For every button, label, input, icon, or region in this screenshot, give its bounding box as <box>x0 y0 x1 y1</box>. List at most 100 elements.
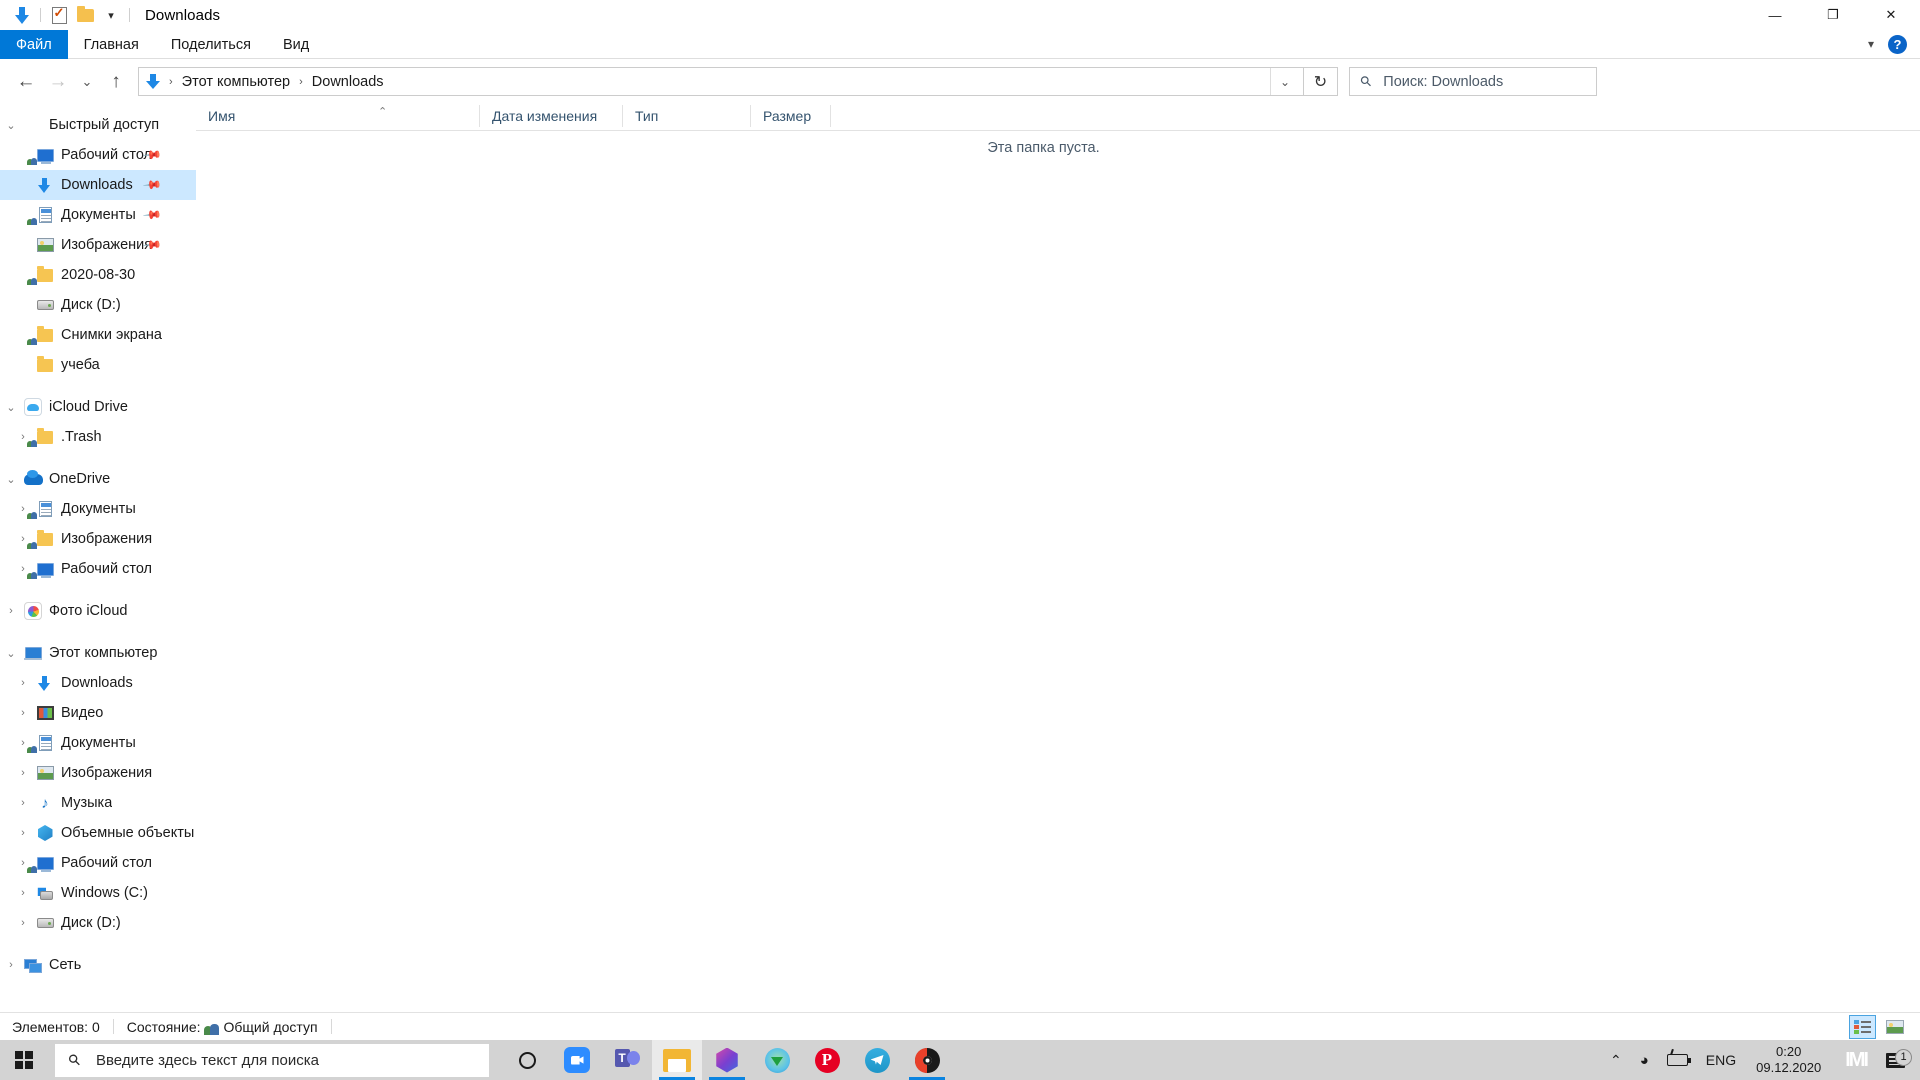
address-history-icon[interactable]: ⌄ <box>1271 75 1299 89</box>
ribbon-right-controls: ▾ ? <box>1868 30 1920 58</box>
search-input[interactable]: Поиск: Downloads <box>1383 74 1503 90</box>
chevron-right-icon[interactable]: › <box>12 767 34 779</box>
taskbar-search-input[interactable]: Введите здесь текст для поиска <box>96 1052 319 1069</box>
sidebar-item-21[interactable]: › ♪ Музыка <box>0 788 196 818</box>
sidebar-item-24[interactable]: › Windows (C:) <box>0 878 196 908</box>
sidebar-item-label: 2020-08-30 <box>61 267 136 283</box>
desktop-icon <box>27 854 56 873</box>
ribbon-tab-bar: Файл Главная Поделиться Вид ▾ ? <box>0 30 1920 59</box>
zoom-app[interactable] <box>552 1040 602 1080</box>
recent-locations-icon[interactable]: ⌄ <box>74 66 100 98</box>
sidebar-item-4[interactable]: Изображения 📌 <box>0 230 196 260</box>
chevron-down-icon[interactable]: ⌄ <box>0 401 22 414</box>
view-mode-buttons <box>1849 1014 1920 1039</box>
gem-app[interactable] <box>702 1040 752 1080</box>
taskbar-search-box[interactable]: ⚲ Введите здесь текст для поиска <box>55 1043 489 1077</box>
chevron-right-icon[interactable]: › <box>0 605 22 617</box>
quick-access-toolbar: ▾ Downloads <box>0 0 220 30</box>
properties-icon[interactable] <box>46 2 72 28</box>
refresh-icon[interactable]: ↻ <box>1304 67 1338 96</box>
close-button[interactable]: ✕ <box>1862 0 1920 30</box>
column-header-type[interactable]: Тип <box>622 105 750 127</box>
cortana-button[interactable] <box>502 1040 552 1080</box>
sidebar-item-13[interactable]: › Изображения <box>0 524 196 554</box>
chevron-right-icon[interactable]: › <box>12 887 34 899</box>
breadcrumb[interactable]: › Этот компьютер › Downloads ⌄ <box>138 67 1304 96</box>
pinterest-app[interactable]: P <box>802 1040 852 1080</box>
details-view-button[interactable] <box>1849 1014 1876 1039</box>
language-indicator[interactable]: ENG <box>1697 1052 1745 1068</box>
sidebar-item-22[interactable]: › Объемные объекты <box>0 818 196 848</box>
sidebar-item-6[interactable]: Диск (D:) <box>0 290 196 320</box>
sidebar-item-7[interactable]: Снимки экрана <box>0 320 196 350</box>
notification-center-button[interactable]: 1 <box>1880 1048 1916 1068</box>
sidebar-item-23[interactable]: › Рабочий стол <box>0 848 196 878</box>
battery-icon[interactable] <box>1658 1054 1697 1066</box>
tab-file[interactable]: Файл <box>0 30 68 59</box>
shared-overlay-icon <box>27 507 39 519</box>
status-divider <box>112 1019 114 1034</box>
wifi-icon[interactable]: ◕ <box>1631 1052 1658 1069</box>
file-explorer-app[interactable] <box>652 1040 702 1080</box>
pin-icon[interactable]: 📌 <box>142 205 162 225</box>
sidebar-item-20[interactable]: › Изображения <box>0 758 196 788</box>
chevron-down-icon[interactable]: ⌄ <box>0 119 22 132</box>
sidebar-item-11[interactable]: ⌄ OneDrive <box>0 464 196 494</box>
clock[interactable]: 0:20 09.12.2020 <box>1745 1044 1832 1076</box>
telegram-app[interactable] <box>852 1040 902 1080</box>
media-player-app[interactable] <box>902 1040 952 1080</box>
sidebar-item-label: Windows (C:) <box>61 885 149 901</box>
sidebar-item-9[interactable]: ⌄ iCloud Drive <box>0 392 196 422</box>
download-manager-app[interactable] <box>752 1040 802 1080</box>
up-button[interactable]: ↑ <box>100 66 132 98</box>
maximize-button[interactable]: ❐ <box>1804 0 1862 30</box>
column-header-date-modified[interactable]: Дата изменения <box>479 105 622 127</box>
sidebar-item-25[interactable]: › Диск (D:) <box>0 908 196 938</box>
tab-view[interactable]: Вид <box>267 30 325 59</box>
customize-qat-icon[interactable]: ▾ <box>98 2 124 28</box>
teams-app[interactable] <box>602 1040 652 1080</box>
new-folder-icon[interactable] <box>72 2 98 28</box>
minimize-button[interactable]: — <box>1746 0 1804 30</box>
sidebar-item-15[interactable]: › Фото iCloud <box>0 596 196 626</box>
sidebar-item-0[interactable]: ⌄ Быстрый доступ <box>0 110 196 140</box>
breadcrumb-item-this-pc[interactable]: Этот компьютер <box>178 72 294 92</box>
sidebar-item-19[interactable]: › Документы <box>0 728 196 758</box>
chevron-right-icon[interactable]: › <box>12 707 34 719</box>
chevron-down-icon[interactable]: ⌄ <box>0 647 22 660</box>
sidebar-item-2[interactable]: Downloads 📌 <box>0 170 196 200</box>
search-box[interactable]: ⚲ Поиск: Downloads <box>1349 67 1597 96</box>
chevron-right-icon[interactable]: › <box>12 797 34 809</box>
sidebar-item-12[interactable]: › Документы <box>0 494 196 524</box>
column-header-name[interactable]: Имя <box>196 105 479 127</box>
chevron-right-icon[interactable]: › <box>12 917 34 929</box>
chevron-right-icon[interactable]: › <box>12 677 34 689</box>
sidebar-item-14[interactable]: › Рабочий стол <box>0 554 196 584</box>
chevron-right-icon[interactable]: › <box>12 827 34 839</box>
sidebar-item-5[interactable]: 2020-08-30 <box>0 260 196 290</box>
brand-mark-icon[interactable]: IMI <box>1832 1049 1880 1072</box>
sidebar-item-3[interactable]: Документы 📌 <box>0 200 196 230</box>
sidebar-item-1[interactable]: Рабочий стол 📌 <box>0 140 196 170</box>
column-header-size[interactable]: Размер <box>750 105 830 127</box>
sidebar-item-18[interactable]: › Видео <box>0 698 196 728</box>
breadcrumb-item-downloads[interactable]: Downloads <box>308 72 388 92</box>
start-button[interactable] <box>0 1040 48 1080</box>
chevron-right-icon[interactable]: › <box>0 959 22 971</box>
show-hidden-icons-button[interactable]: ⌃ <box>1601 1052 1631 1069</box>
chevron-down-icon[interactable]: ▾ <box>1868 37 1874 51</box>
sidebar-item-10[interactable]: › .Trash <box>0 422 196 452</box>
tab-share[interactable]: Поделиться <box>155 30 267 59</box>
sidebar-item-26[interactable]: › Сеть <box>0 950 196 980</box>
tab-home[interactable]: Главная <box>68 30 155 59</box>
sidebar-item-16[interactable]: ⌄ Этот компьютер <box>0 638 196 668</box>
sidebar-item-8[interactable]: учеба <box>0 350 196 380</box>
large-icons-view-button[interactable] <box>1881 1015 1908 1039</box>
sidebar-item-17[interactable]: › Downloads <box>0 668 196 698</box>
pin-icon[interactable]: 📌 <box>142 175 162 195</box>
chevron-down-icon[interactable]: ⌄ <box>0 473 22 486</box>
pictures-icon <box>34 236 56 254</box>
empty-folder-text: Эта папка пуста. <box>987 140 1100 156</box>
back-button[interactable]: ← <box>10 66 42 98</box>
help-icon[interactable]: ? <box>1888 34 1907 54</box>
